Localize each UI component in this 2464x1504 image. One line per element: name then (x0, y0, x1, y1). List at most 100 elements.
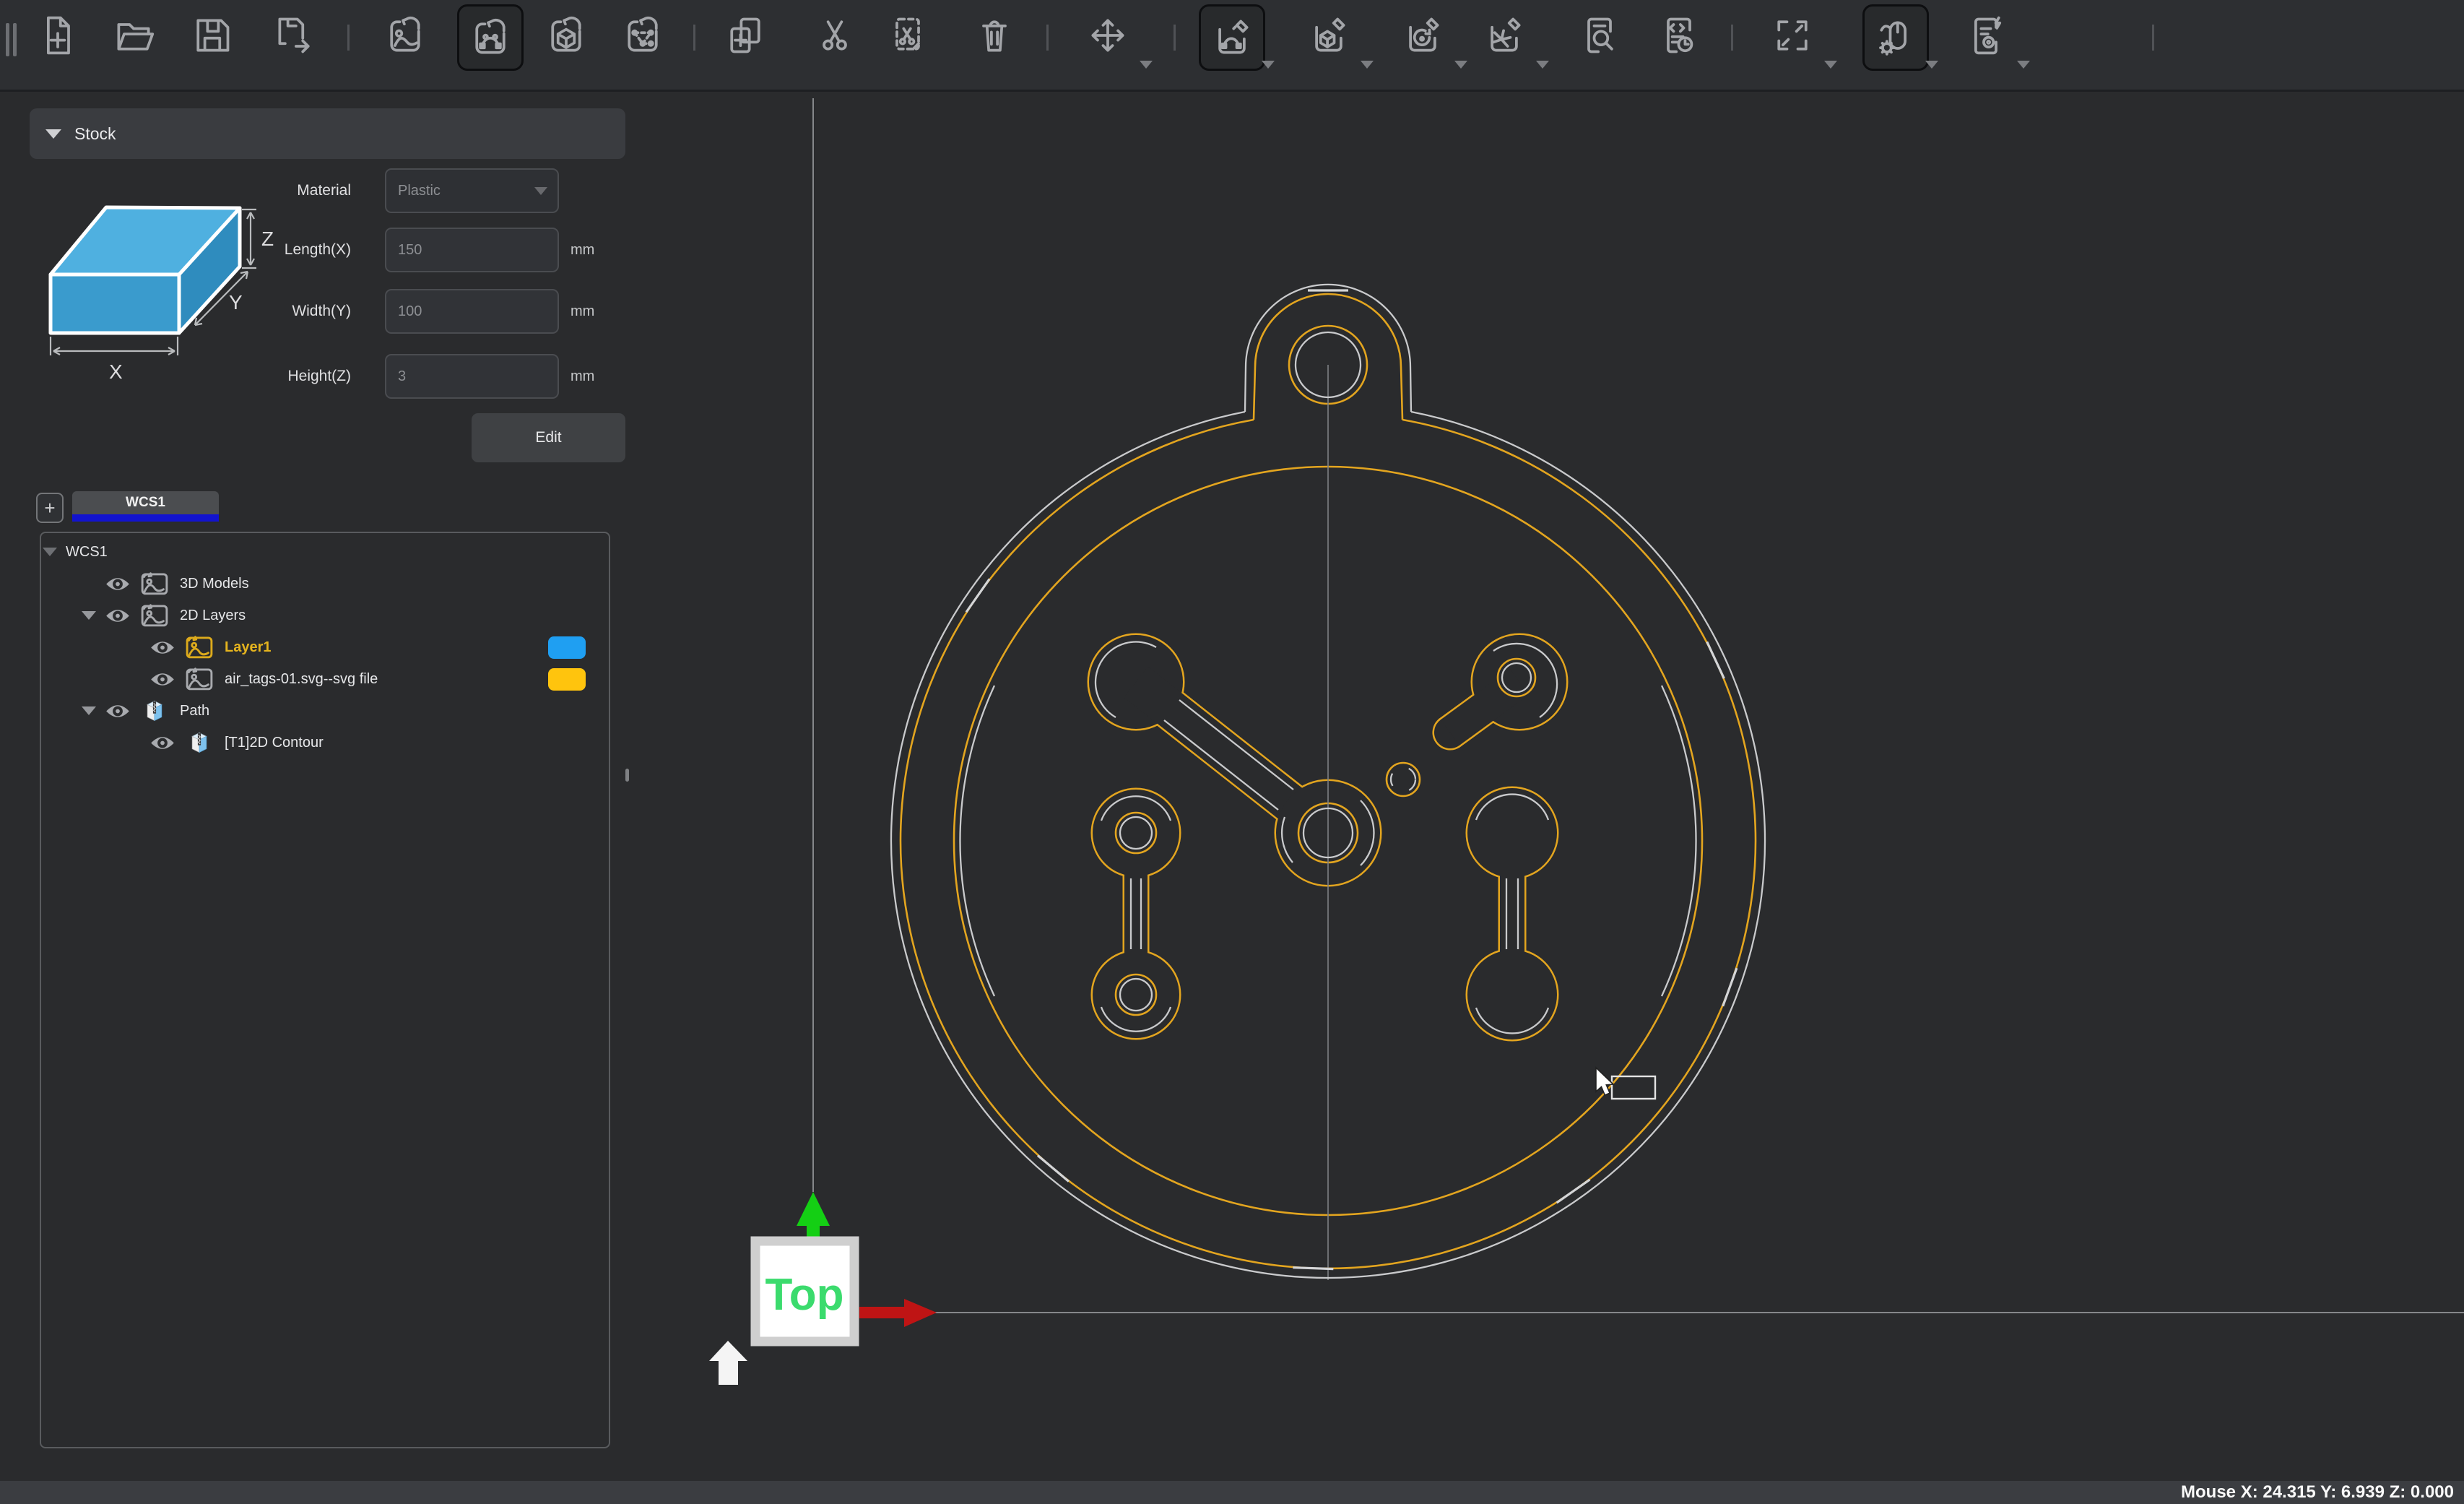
mouse-position-readout: Mouse X: 24.315 Y: 6.939 Z: 0.000 (2181, 1482, 2454, 1502)
delete-icon (973, 14, 1016, 57)
eye-visibility-icon[interactable] (105, 576, 131, 592)
fit-view-icon (1771, 14, 1814, 57)
gcode-list-icon (1657, 14, 1701, 57)
tree-item-2d-layers[interactable]: 2D Layers (41, 600, 609, 631)
eye-visibility-icon[interactable] (149, 671, 175, 688)
toolbar-drag-handle[interactable] (6, 23, 9, 56)
toolpath-icon (186, 731, 213, 754)
tree-item-label: WCS1 (66, 544, 108, 561)
layer-color-swatch[interactable] (548, 636, 586, 659)
gcode-list-button[interactable] (1648, 4, 1710, 66)
tree-item-path[interactable]: Path (41, 695, 609, 727)
edit-rotate-dropdown-arrow-icon[interactable] (1454, 61, 1467, 69)
toolbar-drag-handle[interactable] (13, 23, 17, 56)
expander-icon[interactable] (43, 548, 57, 556)
length-x-label: Length(X) (235, 228, 351, 272)
save-file-button[interactable] (181, 4, 243, 66)
tree-item-3d-models[interactable]: 3D Models (41, 568, 609, 600)
save-as-file-button[interactable] (264, 4, 326, 66)
fit-view-dropdown-arrow-icon[interactable] (1824, 61, 1837, 69)
eye-visibility-icon[interactable] (105, 608, 131, 624)
eye-visibility-icon[interactable] (149, 639, 175, 656)
expander-icon[interactable] (82, 706, 96, 715)
edit-3d-model-button[interactable] (1298, 4, 1360, 66)
edit-3d-model-icon (1307, 14, 1350, 57)
import-vector-button[interactable] (457, 4, 524, 71)
edit-vector-dropdown-arrow-icon[interactable] (1262, 61, 1275, 69)
transform-move-button[interactable] (1077, 4, 1139, 66)
layer-color-swatch[interactable] (548, 668, 586, 691)
stock-section-header[interactable]: Stock (30, 108, 625, 159)
add-wcs-tab-button[interactable]: + (36, 493, 64, 523)
toolbar-separator (693, 25, 695, 51)
edit-node-dropdown-arrow-icon[interactable] (1536, 61, 1549, 69)
panel-scrollbar-thumb[interactable] (625, 769, 629, 782)
layer-image-icon (186, 667, 213, 691)
view-cube-face[interactable] (755, 1241, 854, 1341)
edit-node-button[interactable] (1473, 4, 1535, 66)
eye-visibility-icon[interactable] (105, 703, 131, 719)
mouse-settings-dropdown-arrow-icon[interactable] (1925, 61, 1938, 69)
tree-item-label: [T1]2D Contour (225, 735, 324, 751)
toolbar-separator (1046, 25, 1049, 51)
width-y-label: Width(Y) (235, 289, 351, 334)
edit-rotate-button[interactable] (1392, 4, 1454, 66)
import-toolpath-button[interactable] (612, 4, 674, 66)
edit-vector-button[interactable] (1199, 4, 1265, 71)
import-image-icon (383, 14, 427, 57)
paste-button[interactable] (877, 4, 939, 66)
tree-item--t1-2d-contour[interactable]: [T1]2D Contour (41, 727, 609, 759)
expander-icon[interactable] (82, 611, 96, 620)
wcs-tree-rows: WCS1 3D Models2D LayersLayer1air_tags-01.… (41, 536, 609, 759)
material-select[interactable]: Plastic (385, 168, 559, 213)
height-z-input[interactable] (385, 354, 559, 399)
cut-button[interactable] (804, 4, 866, 66)
tree-item-air-tags-01-svg-svg-file[interactable]: air_tags-01.svg--svg file (41, 663, 609, 695)
toolpath-icon (141, 699, 168, 722)
status-bar: Mouse X: 24.315 Y: 6.939 Z: 0.000 (0, 1481, 2464, 1504)
new-file-button[interactable] (27, 4, 89, 66)
width-y-unit: mm (571, 289, 594, 334)
open-file-icon (112, 14, 155, 57)
length-x-unit: mm (571, 228, 594, 272)
toolbar-separator (347, 25, 350, 51)
chevron-down-icon (534, 187, 547, 195)
save-file-icon (190, 14, 233, 57)
width-y-input[interactable] (385, 289, 559, 334)
home-view-arrow[interactable] (709, 1341, 747, 1385)
mouse-settings-button[interactable] (1862, 4, 1929, 71)
machine-post-button[interactable] (1954, 4, 2016, 66)
machine-post-dropdown-arrow-icon[interactable] (2017, 61, 2030, 69)
tree-item-wcs1[interactable]: WCS1 (41, 536, 609, 568)
edit-3d-model-dropdown-arrow-icon[interactable] (1361, 61, 1374, 69)
paste-icon (886, 14, 929, 57)
height-z-unit: mm (571, 354, 594, 399)
transform-move-icon (1086, 14, 1129, 57)
open-file-button[interactable] (103, 4, 165, 66)
mouse-settings-icon (1874, 16, 1917, 59)
holding-tabs (966, 290, 1737, 1269)
edit-rotate-icon (1401, 14, 1444, 57)
eye-visibility-icon[interactable] (149, 735, 175, 751)
edit-stock-button[interactable]: Edit (472, 413, 625, 462)
import-image-button[interactable] (374, 4, 436, 66)
wcs-tab[interactable]: WCS1 (72, 491, 219, 514)
length-x-input[interactable] (385, 228, 559, 272)
copy-button[interactable] (714, 4, 776, 66)
transform-move-dropdown-arrow-icon[interactable] (1140, 61, 1153, 69)
toolbar-separator (2152, 25, 2154, 51)
main-toolbar (0, 0, 2464, 92)
selection-rect (1612, 1076, 1655, 1099)
collapse-chevron-icon[interactable] (45, 129, 61, 139)
fit-view-button[interactable] (1761, 4, 1823, 66)
height-z-label: Height(Z) (235, 354, 351, 399)
import-3d-model-button[interactable] (535, 4, 597, 66)
layer-image-icon (186, 636, 213, 659)
mouse-cursor (1596, 1068, 1655, 1099)
active-tab-underline (72, 514, 219, 522)
delete-button[interactable] (963, 4, 1025, 66)
preview-button[interactable] (1569, 4, 1631, 66)
tree-item-layer1[interactable]: Layer1 (41, 631, 609, 663)
save-as-file-icon (273, 14, 316, 57)
view-top-gizmo[interactable]: Top (709, 1192, 937, 1385)
